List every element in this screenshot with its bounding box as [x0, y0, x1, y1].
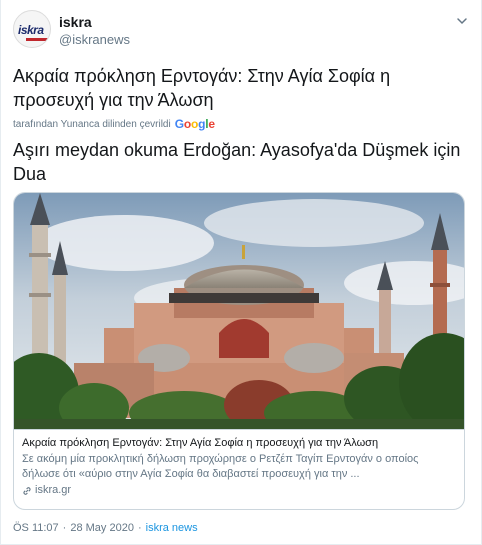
tweet-text: Ακραία πρόκληση Ερντογάν: Στην Αγία Σοφί…: [13, 66, 391, 110]
tweet-time[interactable]: ÖS 11:07: [13, 522, 59, 534]
user-name[interactable]: iskra: [59, 14, 92, 30]
card-description: Σε ακόμη μία προκλητική δήλωση προχώρησε…: [22, 453, 419, 480]
user-handle[interactable]: @iskranews: [59, 32, 130, 47]
card-title: Ακραία πρόκληση Ερντογάν: Στην Αγία Σοφί…: [22, 437, 379, 449]
meta-separator: ·: [137, 522, 142, 534]
card-body: Ακραία πρόκληση Ερντογάν: Στην Αγία Σοφί…: [14, 429, 464, 509]
avatar-logo-bar: [26, 38, 48, 41]
tweet-header: iskra iskra @iskranews: [13, 10, 471, 50]
avatar-logo-text: iskra: [18, 23, 44, 37]
tweet-source[interactable]: iskra news: [146, 522, 198, 534]
chevron-down-icon[interactable]: [455, 14, 469, 28]
tweet-meta: ÖS 11:07 · 28 May 2020 · iskra news: [13, 522, 198, 534]
tweet-date[interactable]: 28 May 2020: [70, 522, 134, 534]
card-domain-text: iskra.gr: [35, 484, 72, 496]
google-logo: Google: [174, 117, 215, 131]
card-domain: iskra.gr: [22, 483, 458, 498]
card-image: [14, 193, 464, 429]
translated-text: Aşırı meydan okuma Erdoğan: Ayasofya'da …: [13, 140, 461, 184]
translated-by-label: tarafından Yunanca dilinden çevrildi: [13, 118, 171, 130]
translation-attribution[interactable]: tarafından Yunanca dilinden çevrildi Goo…: [13, 116, 471, 132]
meta-separator: ·: [62, 522, 67, 534]
tweet: iskra iskra @iskranews Ακραία πρόκληση Ε…: [0, 0, 482, 545]
avatar[interactable]: iskra: [13, 10, 51, 48]
link-icon: [23, 486, 31, 495]
link-card[interactable]: Ακραία πρόκληση Ερντογάν: Στην Αγία Σοφί…: [13, 192, 465, 510]
